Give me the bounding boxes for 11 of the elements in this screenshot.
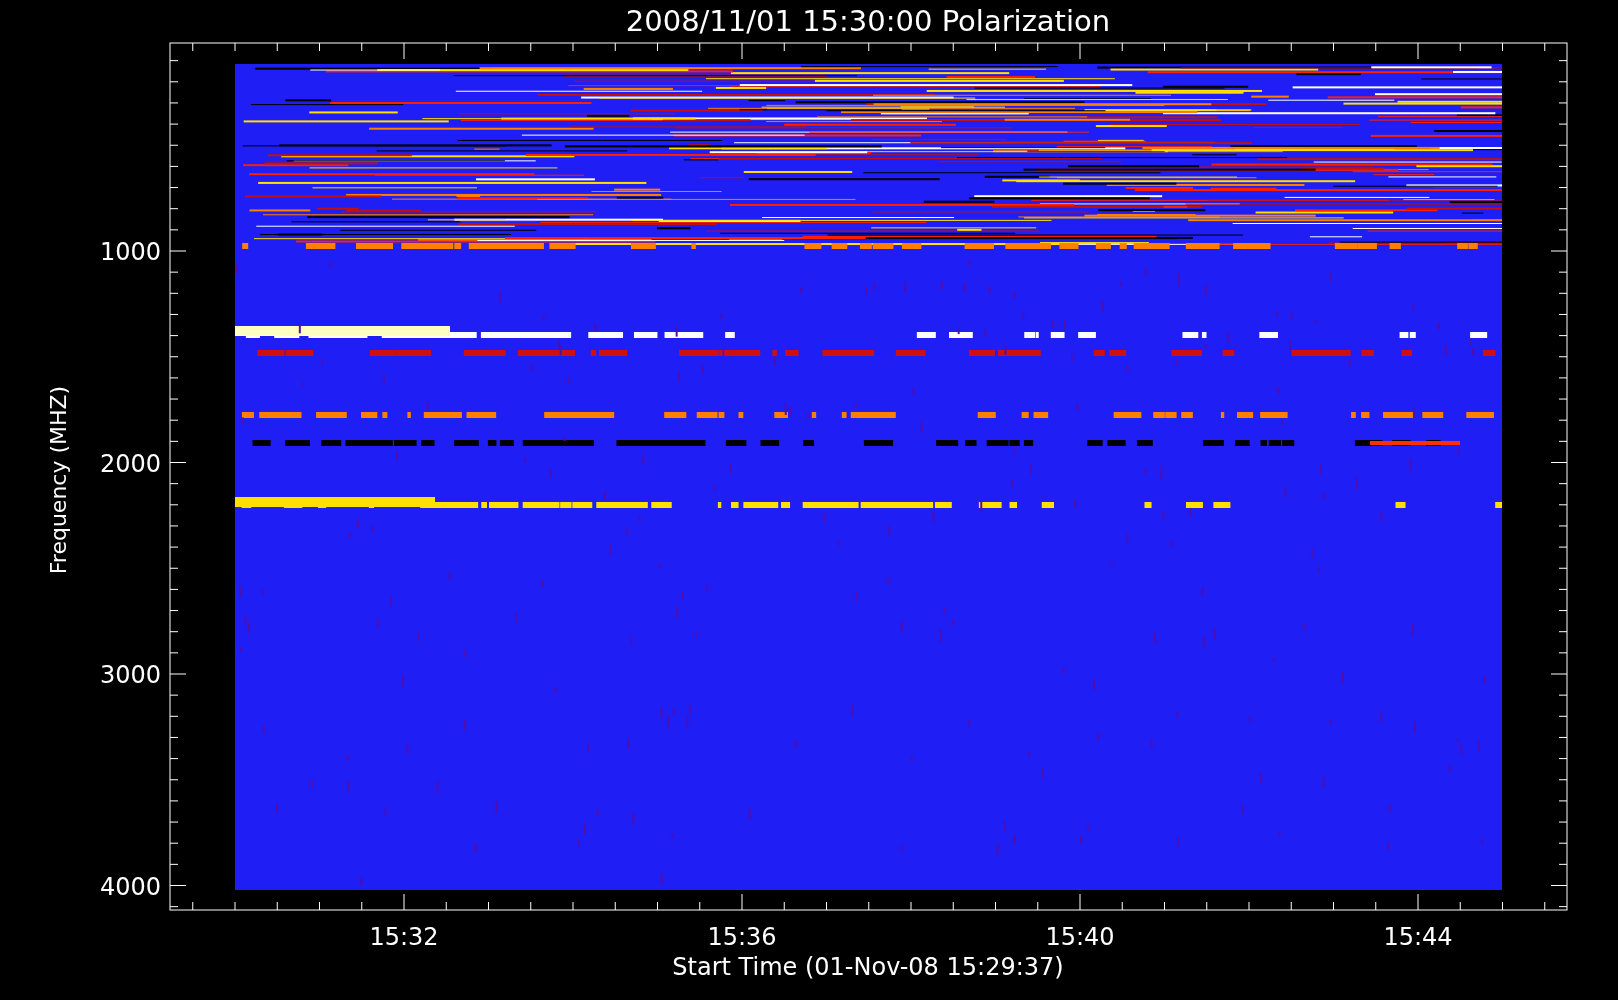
x-axis-label: Start Time (01-Nov-08 15:29:37)	[672, 953, 1064, 981]
y-tick-label: 4000	[99, 872, 161, 901]
y-tick-label: 2000	[99, 449, 161, 478]
y-tick-label: 1000	[99, 238, 161, 266]
chart-title: 2008/11/01 15:30:00 Polarization	[625, 4, 1111, 38]
x-tick-label: 15:32	[369, 923, 439, 951]
x-tick-label: 15:40	[1045, 923, 1115, 951]
y-axis-label: Frequency (MHZ)	[46, 385, 71, 575]
x-tick-label: 15:36	[707, 923, 777, 951]
y-tick-label: 3000	[99, 661, 161, 689]
x-tick-label: 15:44	[1383, 923, 1453, 951]
